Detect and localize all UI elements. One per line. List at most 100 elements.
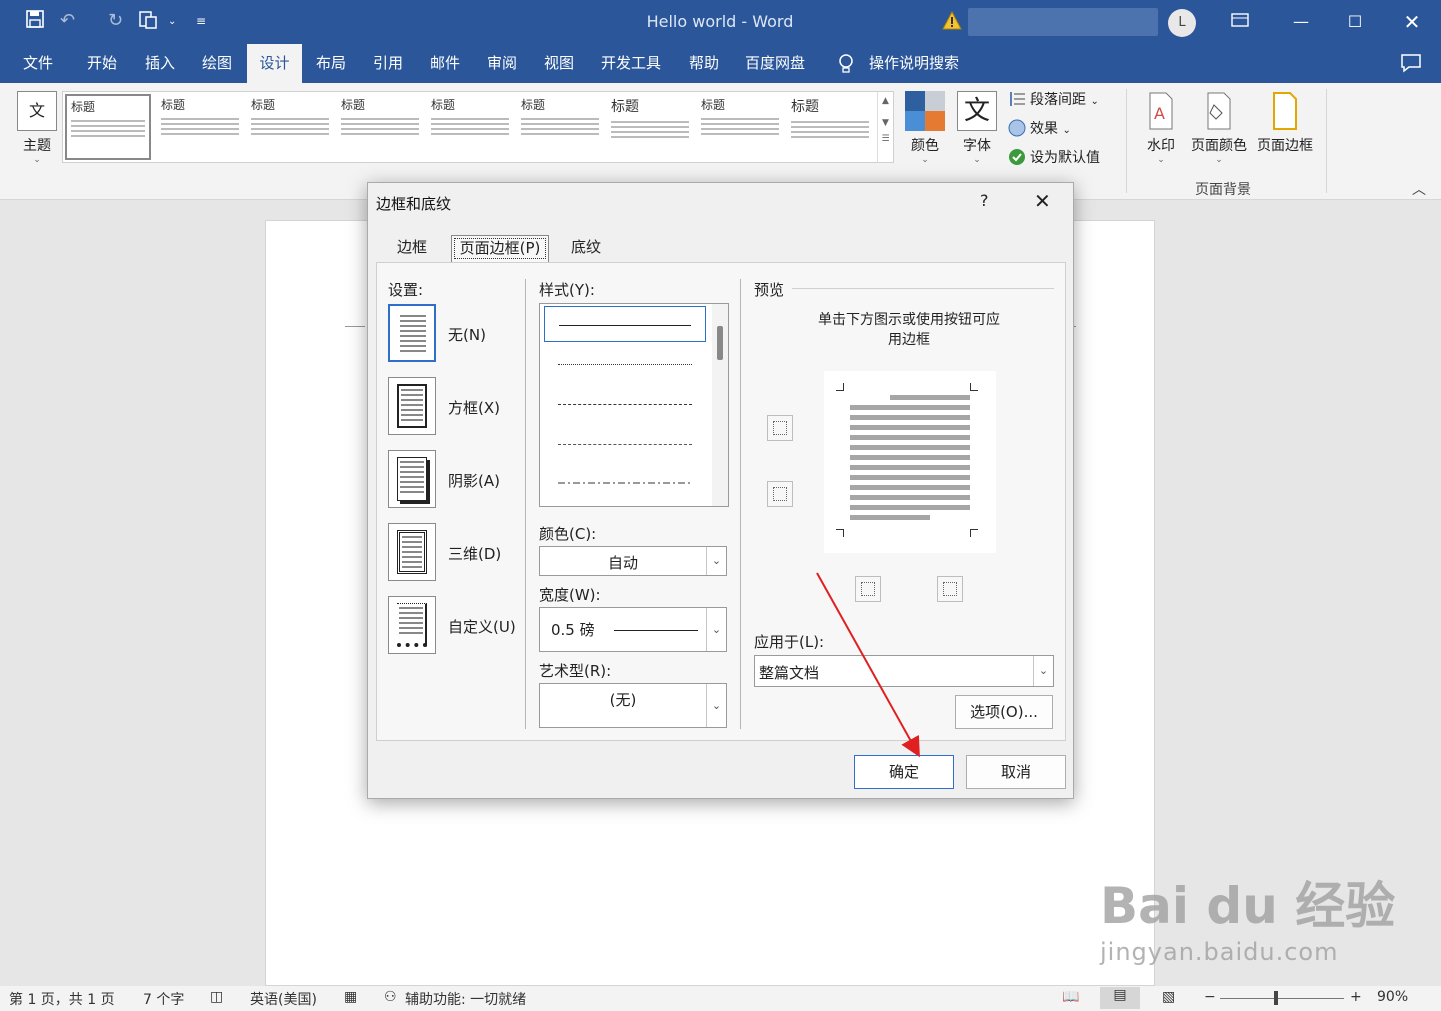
accessibility-status[interactable]: 辅助功能: 一切就绪 bbox=[405, 989, 526, 1009]
tab-help[interactable]: 帮助 bbox=[680, 44, 728, 83]
page-count[interactable]: 第 1 页，共 1 页 bbox=[9, 989, 115, 1009]
zoom-slider-thumb[interactable] bbox=[1274, 991, 1278, 1005]
language-indicator[interactable]: 英语(美国) bbox=[250, 989, 317, 1009]
tell-me-search[interactable]: 操作说明搜索 bbox=[862, 44, 966, 83]
undo-icon[interactable]: ↶ bbox=[60, 10, 75, 31]
watermark-button[interactable]: A 水印 ⌄ bbox=[1140, 91, 1182, 165]
maximize-icon[interactable]: ☐ bbox=[1341, 8, 1369, 36]
effects-button[interactable]: 效果 ⌄ bbox=[1008, 118, 1071, 140]
style-set-item[interactable]: 标题 bbox=[607, 94, 693, 160]
style-set-item[interactable]: 标题 bbox=[157, 94, 243, 160]
style-set-item[interactable]: 标题 bbox=[427, 94, 513, 160]
zoom-level[interactable]: 90% bbox=[1377, 989, 1408, 1005]
account-name-redacted[interactable] bbox=[968, 8, 1158, 36]
setting-3d-label[interactable]: 三维(D) bbox=[448, 543, 501, 564]
style-option-dash-dot[interactable] bbox=[544, 466, 706, 502]
tab-home[interactable]: 开始 bbox=[78, 44, 126, 83]
paste-format-icon[interactable] bbox=[138, 10, 158, 35]
style-set-item[interactable]: 标题 bbox=[247, 94, 333, 160]
collapse-ribbon-icon[interactable]: ︿ bbox=[1412, 179, 1426, 199]
style-set-item[interactable]: 标题 bbox=[787, 94, 873, 160]
setting-box-label[interactable]: 方框(X) bbox=[448, 397, 500, 418]
width-dropdown[interactable]: 0.5 磅 ⌄ bbox=[539, 607, 727, 652]
setting-none-label[interactable]: 无(N) bbox=[448, 324, 486, 345]
print-layout-icon[interactable]: ▤ bbox=[1100, 987, 1140, 1009]
right-border-button[interactable] bbox=[937, 576, 963, 602]
style-set-item[interactable]: 标题 bbox=[337, 94, 423, 160]
apply-to-dropdown[interactable]: 整篇文档 ⌄ bbox=[754, 655, 1054, 687]
avatar[interactable]: L bbox=[1168, 9, 1196, 37]
tab-mailings[interactable]: 邮件 bbox=[421, 44, 469, 83]
word-count[interactable]: 7 个字 bbox=[143, 989, 184, 1009]
save-icon[interactable] bbox=[26, 10, 44, 33]
set-as-default-button[interactable]: 设为默认值 bbox=[1008, 147, 1100, 169]
options-button[interactable]: 选项(O)... bbox=[955, 695, 1053, 729]
setting-shadow-label[interactable]: 阴影(A) bbox=[448, 470, 500, 491]
tab-view[interactable]: 视图 bbox=[535, 44, 583, 83]
tab-baidu-netdisk[interactable]: 百度网盘 bbox=[740, 44, 810, 83]
tab-layout[interactable]: 布局 bbox=[307, 44, 355, 83]
macro-icon[interactable]: ▦ bbox=[344, 989, 357, 1005]
zoom-out-icon[interactable]: − bbox=[1204, 989, 1216, 1005]
color-dropdown[interactable]: 自动 ⌄ bbox=[539, 546, 727, 576]
redo-icon[interactable]: ↻ bbox=[108, 10, 123, 31]
scrollbar-thumb[interactable] bbox=[717, 326, 723, 360]
proofing-icon[interactable]: ◫ bbox=[210, 989, 223, 1005]
zoom-in-icon[interactable]: + bbox=[1350, 989, 1362, 1005]
tab-design[interactable]: 设计 bbox=[247, 44, 302, 83]
minimize-icon[interactable]: — bbox=[1287, 8, 1315, 36]
paragraph-spacing-button[interactable]: 段落间距 ⌄ bbox=[1008, 89, 1099, 111]
tab-page-border[interactable]: 页面边框(P) bbox=[451, 235, 549, 262]
ok-button[interactable]: 确定 bbox=[854, 755, 954, 789]
page-borders-button[interactable]: 页面边框 bbox=[1254, 91, 1316, 155]
setting-3d-icon[interactable] bbox=[388, 523, 436, 581]
zoom-slider[interactable] bbox=[1220, 998, 1344, 999]
setting-none-icon[interactable] bbox=[388, 304, 436, 362]
close-icon[interactable]: ✕ bbox=[1398, 8, 1426, 36]
border-style-list[interactable] bbox=[539, 303, 729, 507]
style-set-item[interactable]: 标题 bbox=[697, 94, 783, 160]
style-list-scrollbar[interactable] bbox=[712, 304, 728, 506]
style-option-dash[interactable] bbox=[544, 426, 706, 462]
style-option-solid[interactable] bbox=[544, 306, 706, 342]
setting-box-icon[interactable] bbox=[388, 377, 436, 435]
dropdown-chevron-icon[interactable]: ⌄ bbox=[168, 16, 176, 27]
bottom-border-button[interactable] bbox=[767, 481, 793, 507]
style-set-item[interactable]: 标题 bbox=[517, 94, 603, 160]
gallery-more-icon[interactable]: ☰ bbox=[878, 134, 893, 144]
chevron-down-icon[interactable]: ⌄ bbox=[706, 684, 726, 727]
comments-icon[interactable] bbox=[1400, 53, 1422, 73]
tab-draw[interactable]: 绘图 bbox=[193, 44, 241, 83]
cancel-button[interactable]: 取消 bbox=[966, 755, 1066, 789]
chevron-down-icon[interactable]: ⌄ bbox=[1033, 656, 1053, 686]
art-dropdown[interactable]: (无) ⌄ bbox=[539, 683, 727, 728]
scroll-up-icon[interactable]: ▲ bbox=[878, 96, 893, 106]
ribbon-display-options-icon[interactable] bbox=[1226, 8, 1254, 36]
chevron-down-icon[interactable]: ⌄ bbox=[706, 608, 726, 651]
top-border-button[interactable] bbox=[767, 415, 793, 441]
tab-shading[interactable]: 底纹(S) bbox=[557, 235, 615, 281]
setting-shadow-icon[interactable] bbox=[388, 450, 436, 508]
fonts-button[interactable]: 文 字体 ⌄ bbox=[956, 91, 998, 165]
scroll-down-icon[interactable]: ▼ bbox=[878, 118, 893, 128]
accessibility-icon[interactable]: ⚇ bbox=[384, 989, 397, 1005]
lightbulb-icon[interactable] bbox=[834, 44, 858, 83]
gallery-scroll[interactable]: ▲ ▼ ☰ bbox=[877, 92, 893, 162]
dialog-close-icon[interactable]: ✕ bbox=[1034, 189, 1051, 213]
help-button[interactable]: ? bbox=[980, 191, 989, 210]
left-border-button[interactable] bbox=[855, 576, 881, 602]
tab-references[interactable]: 引用 bbox=[364, 44, 412, 83]
style-option-dotted[interactable] bbox=[544, 346, 706, 382]
read-mode-icon[interactable]: 📖 bbox=[1062, 989, 1079, 1005]
page-color-button[interactable]: 页面颜色 ⌄ bbox=[1188, 91, 1250, 165]
tab-borders[interactable]: 边框(B) bbox=[384, 235, 440, 281]
style-set-item[interactable]: 标题 bbox=[65, 94, 151, 160]
themes-button[interactable]: 文 主题 ⌄ bbox=[14, 91, 60, 165]
tab-insert[interactable]: 插入 bbox=[136, 44, 184, 83]
setting-custom-icon[interactable] bbox=[388, 596, 436, 654]
customize-qat-icon[interactable]: ≡ bbox=[196, 14, 206, 28]
web-layout-icon[interactable]: ▧ bbox=[1162, 989, 1175, 1005]
colors-button[interactable]: 颜色 ⌄ bbox=[904, 91, 946, 165]
tab-review[interactable]: 审阅 bbox=[478, 44, 526, 83]
warning-icon[interactable] bbox=[942, 11, 962, 31]
